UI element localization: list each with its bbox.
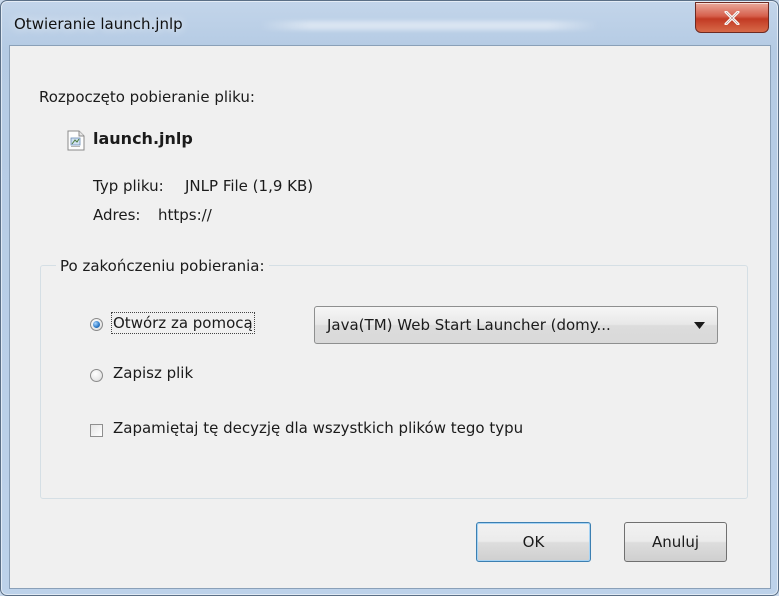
file-type-value: JNLP File (1,9 KB) xyxy=(185,177,314,195)
open-with-label[interactable]: Otwórz za pomocą xyxy=(111,312,255,334)
application-select-value: Java(TM) Web Start Launcher (domy... xyxy=(327,316,611,334)
remember-decision-checkbox[interactable] xyxy=(90,424,103,437)
close-icon xyxy=(724,10,740,25)
dialog-window: Otwieranie launch.jnlp Rozpoczęto pobier… xyxy=(0,0,779,596)
file-address-label: Adres: xyxy=(93,206,141,224)
jnlp-file-icon xyxy=(67,130,85,151)
file-name: launch.jnlp xyxy=(93,129,193,148)
ok-button[interactable]: OK xyxy=(476,522,591,562)
after-download-group xyxy=(40,265,748,499)
window-title: Otwieranie launch.jnlp xyxy=(14,15,183,33)
chevron-down-icon xyxy=(694,322,705,329)
download-intro-text: Rozpoczęto pobieranie pliku: xyxy=(39,88,255,106)
save-file-label[interactable]: Zapisz plik xyxy=(113,364,193,382)
application-select[interactable]: Java(TM) Web Start Launcher (domy... xyxy=(314,306,718,344)
dialog-content: Rozpoczęto pobieranie pliku: launch.jnlp… xyxy=(9,45,771,589)
file-address-value: https:// xyxy=(158,206,212,224)
cancel-button[interactable]: Anuluj xyxy=(624,522,727,562)
remember-decision-label[interactable]: Zapamiętaj tę decyzję dla wszystkich pli… xyxy=(113,419,523,437)
title-bar[interactable]: Otwieranie launch.jnlp xyxy=(1,1,778,45)
after-download-legend: Po zakończeniu pobierania: xyxy=(56,257,269,275)
file-type-label: Typ pliku: xyxy=(93,177,164,195)
close-button[interactable] xyxy=(695,2,769,33)
save-file-radio[interactable] xyxy=(90,369,103,382)
open-with-radio[interactable] xyxy=(90,318,103,331)
title-bar-glass-reflection xyxy=(259,21,599,30)
